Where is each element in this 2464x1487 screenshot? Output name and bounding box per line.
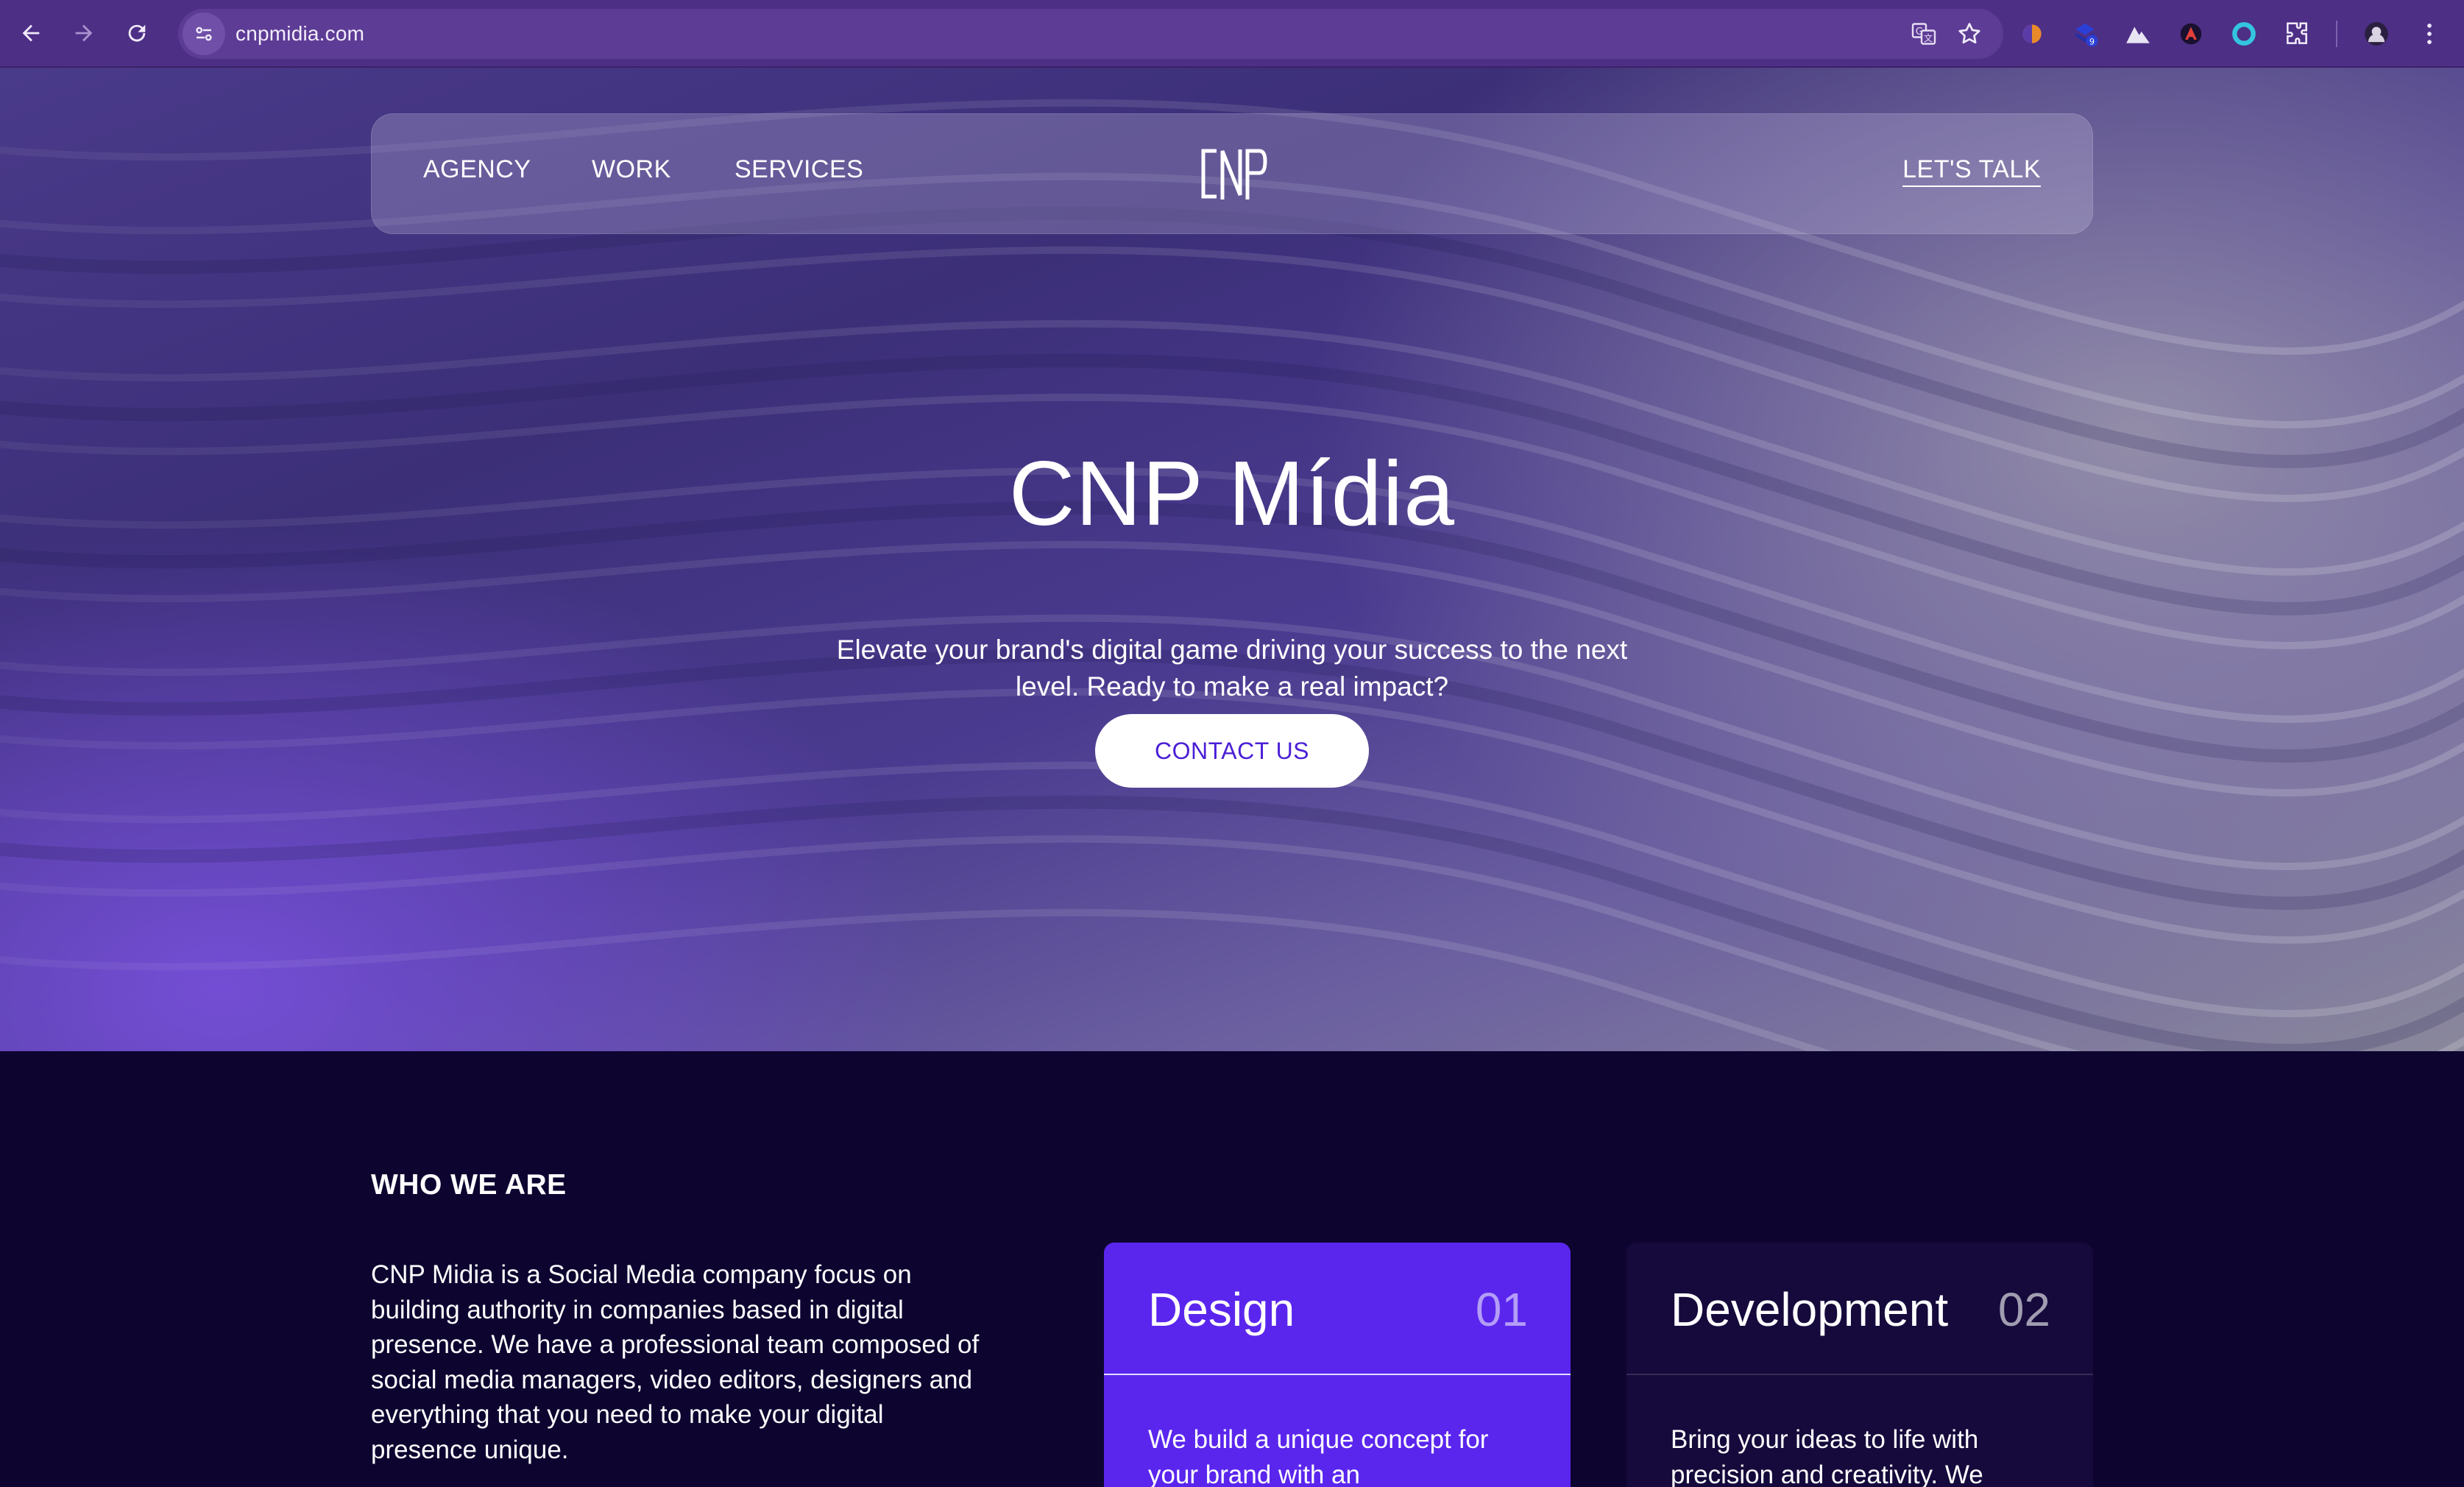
card-number: 01 <box>1475 1283 1528 1336</box>
about-paragraph: CNP Midia is a Social Media company focu… <box>371 1260 980 1464</box>
extensions-icon <box>2287 22 2307 44</box>
forward-icon <box>75 24 93 42</box>
reload-button[interactable] <box>115 11 159 55</box>
card-title: Design <box>1148 1283 1295 1336</box>
extension-1[interactable] <box>2018 20 2046 48</box>
back-button[interactable] <box>9 11 53 55</box>
ring-extension-icon <box>2232 22 2256 46</box>
badge-extension-icon: 9 <box>2075 23 2098 47</box>
hero-subtitle: Elevate your brand's digital game drivin… <box>836 635 1628 702</box>
url-text[interactable]: cnpmidia.com <box>236 22 364 46</box>
nav-link-services[interactable]: SERVICES <box>734 155 863 184</box>
card-description: We build a unique concept for your brand… <box>1148 1425 1489 1487</box>
who-we-are-section: WHO WE ARE CNP Midia is a Social Media c… <box>0 1051 2464 1487</box>
browser-toolbar: cnpmidia.com G 文 9 <box>0 0 2464 68</box>
reload-icon <box>128 24 146 42</box>
more-menu-icon <box>2427 24 2432 44</box>
circle-a-extension-icon <box>2180 23 2202 45</box>
translate-icon[interactable]: G 文 <box>1911 21 1937 47</box>
extensions-bar: 9 <box>2018 0 2443 68</box>
service-card-development[interactable]: Development 02 Bring your ideas to life … <box>1626 1243 2093 1487</box>
extension-badge: 9 <box>2089 37 2095 46</box>
bookmark-star-icon[interactable] <box>1956 21 1983 47</box>
card-description: Bring your ideas to life with precision … <box>1671 1425 1983 1487</box>
toolbar-divider <box>2336 21 2337 47</box>
profile-button[interactable] <box>2362 20 2390 48</box>
orb-extension-icon <box>2022 24 2042 43</box>
back-icon <box>22 24 40 42</box>
nav-link-agency[interactable]: AGENCY <box>423 155 531 184</box>
profile-avatar <box>2365 22 2388 46</box>
hero-title: CNP Mídia <box>1008 443 1456 545</box>
site-info-icon <box>196 27 212 41</box>
extensions-button[interactable] <box>2283 20 2311 48</box>
svg-text:文: 文 <box>1924 32 1933 43</box>
site-navbar: AGENCY WORK SERVICES LET'S TALK <box>371 113 2093 234</box>
card-header: Development 02 <box>1626 1243 2093 1375</box>
card-header: Design 01 <box>1104 1243 1571 1375</box>
extension-3[interactable] <box>2124 20 2152 48</box>
hero-section: AGENCY WORK SERVICES LET'S TALK CNP Mídi… <box>0 68 2464 1051</box>
card-title: Development <box>1671 1283 1949 1336</box>
extension-4[interactable] <box>2177 20 2205 48</box>
extension-5[interactable] <box>2230 20 2258 48</box>
nav-link-work[interactable]: WORK <box>592 155 671 184</box>
card-number: 02 <box>1997 1283 2050 1336</box>
contact-us-button[interactable]: CONTACT US <box>1095 714 1369 788</box>
more-menu-button[interactable] <box>2415 20 2443 48</box>
mountain-extension-icon <box>2126 27 2150 43</box>
address-bar[interactable]: cnpmidia.com G 文 <box>178 9 2003 59</box>
lets-talk-link[interactable]: LET'S TALK <box>1902 155 2041 187</box>
service-card-design[interactable]: Design 01 We build a unique concept for … <box>1104 1243 1571 1487</box>
forward-button[interactable] <box>62 11 106 55</box>
cnp-logo[interactable] <box>1197 144 1268 205</box>
section-title: WHO WE ARE <box>371 1169 567 1201</box>
extension-2[interactable]: 9 <box>2071 20 2099 48</box>
site-info-button[interactable] <box>183 13 225 55</box>
